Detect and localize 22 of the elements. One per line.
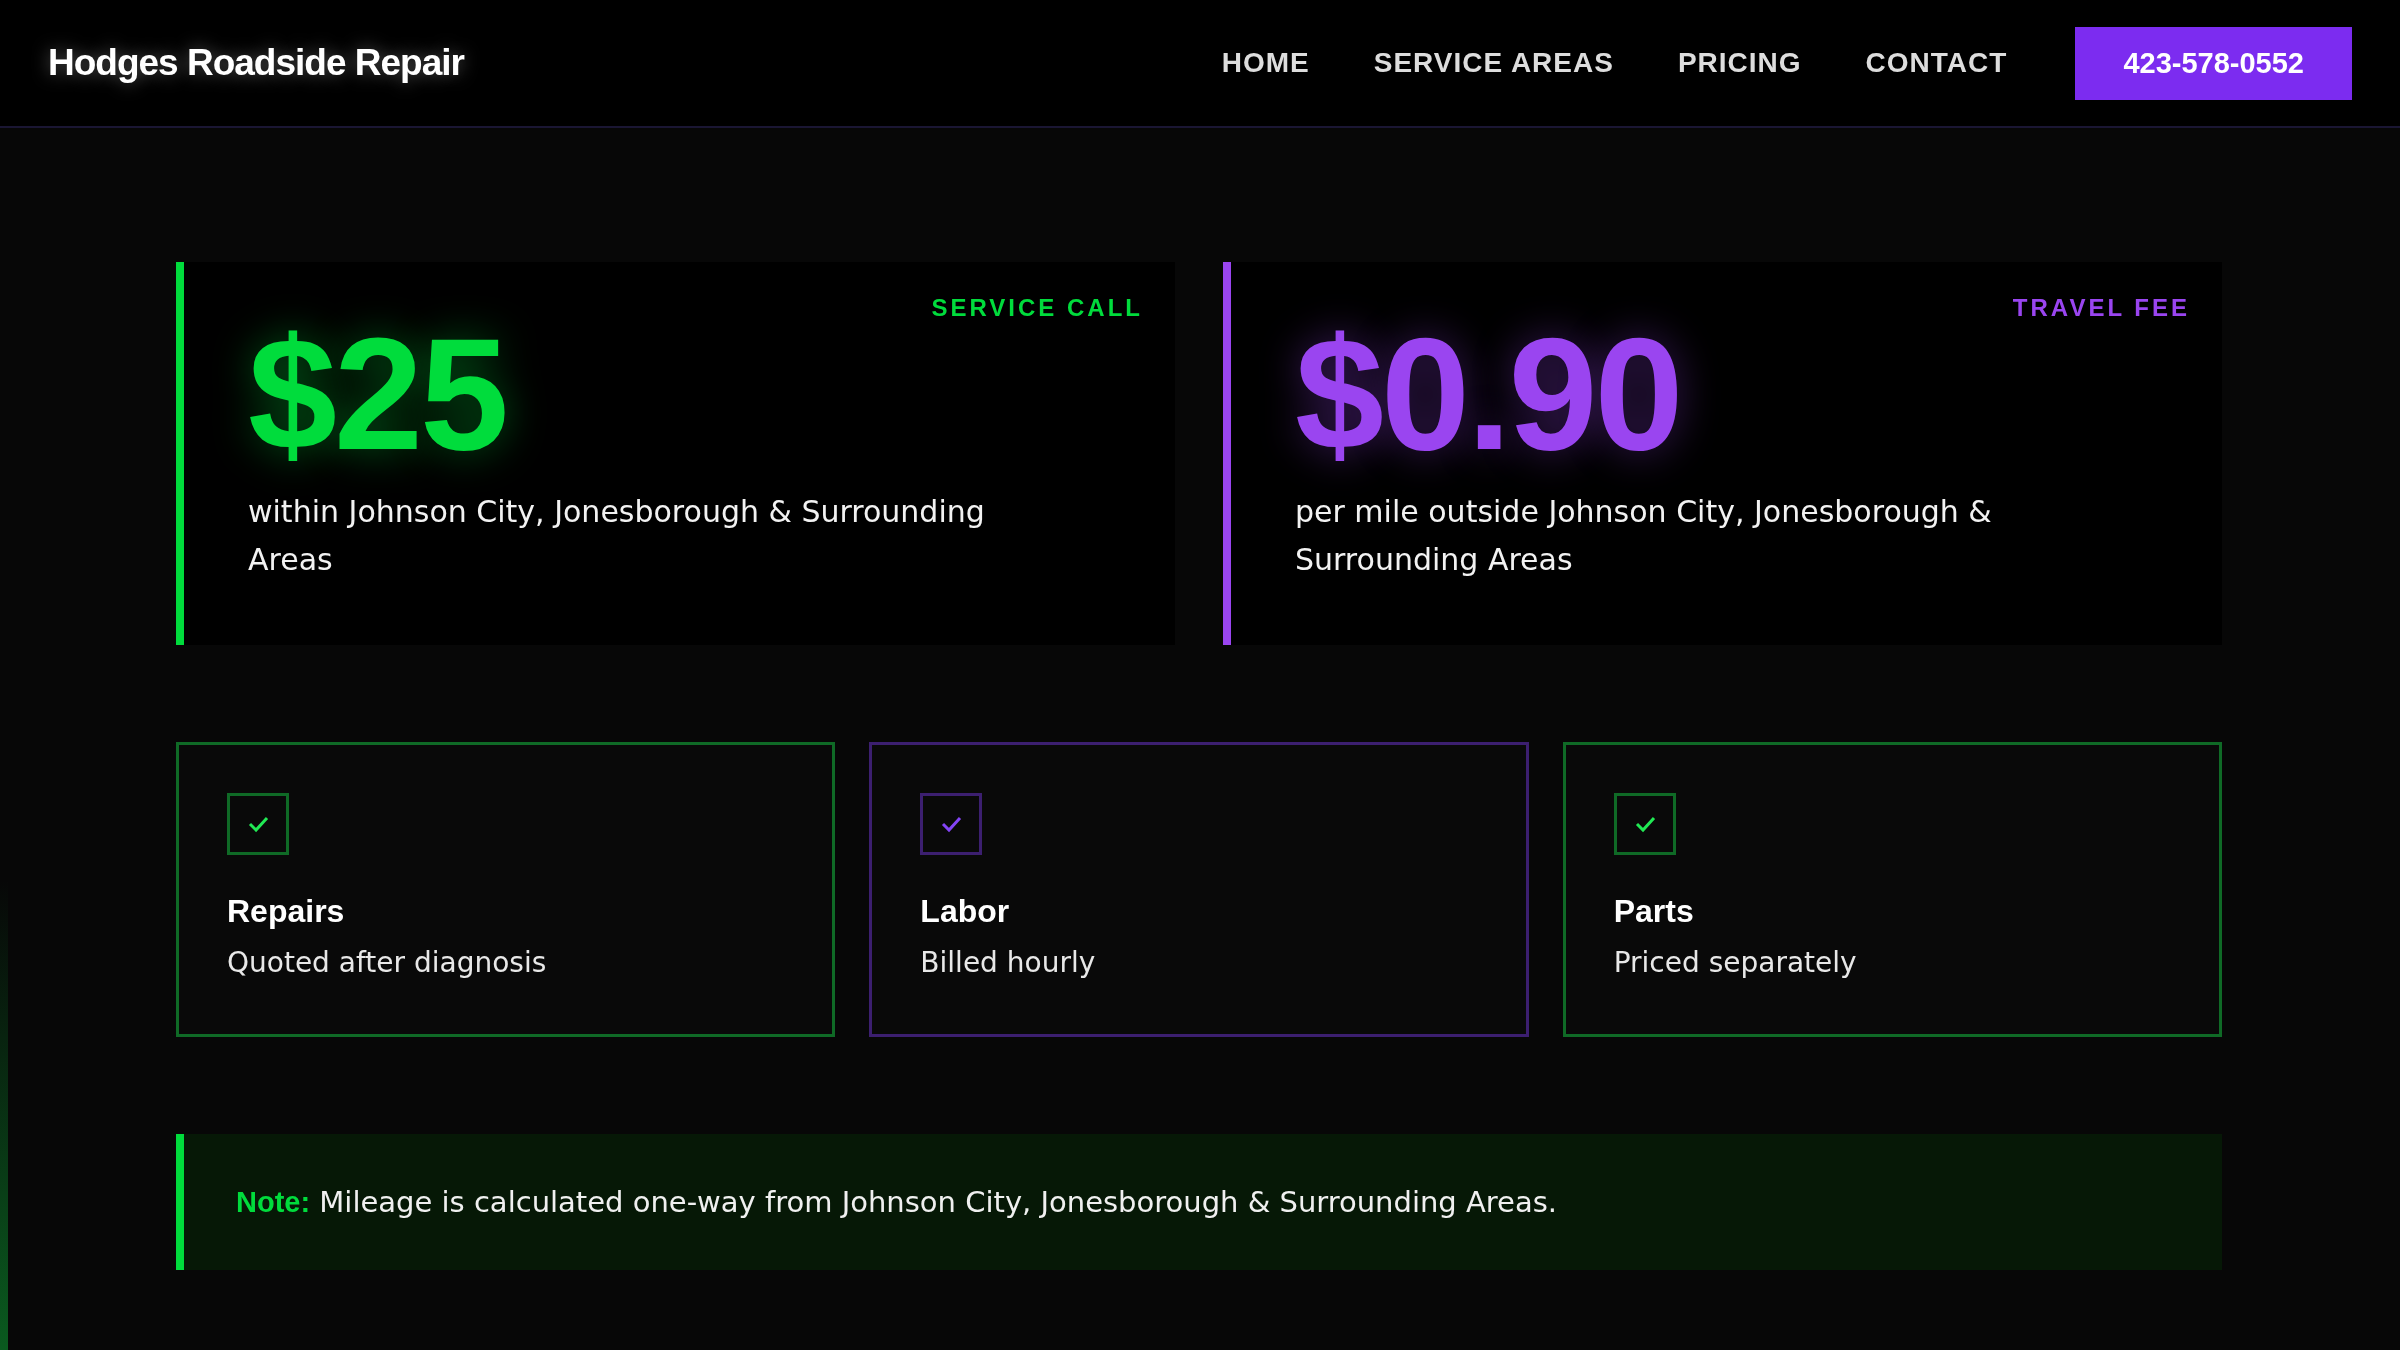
feature-title: Repairs xyxy=(227,893,345,930)
card-label: SERVICE CALL xyxy=(931,294,1143,322)
check-icon xyxy=(227,793,289,855)
phone-button[interactable]: 423-578-0552 xyxy=(2075,26,2352,100)
feature-subtitle: Quoted after diagnosis xyxy=(227,946,547,979)
nav-link[interactable]: PRICING xyxy=(1677,47,1802,79)
check-icon xyxy=(1613,793,1676,855)
price-description: within Johnson City, Jonesborough & Surrounding Areas xyxy=(248,493,986,579)
check-icon xyxy=(920,793,983,855)
site-logo[interactable]: Hodges Roadside Repair xyxy=(48,42,464,84)
feature-title: Parts xyxy=(1613,893,1694,930)
feature-subtitle: Billed hourly xyxy=(920,946,1096,979)
price-amount: $0.90 xyxy=(1295,314,1682,474)
feature-subtitle: Priced separately xyxy=(1613,946,1857,979)
note-text: Note: Mileage is calculated one-way from Johnson City, Jonesborough & Surrounding Areas. xyxy=(236,1185,1558,1219)
price-description: per mile outside Johnson City, Jonesborough & Surrounding Areas xyxy=(1295,493,1993,579)
nav-link[interactable]: CONTACT xyxy=(1865,47,2008,79)
feature-title: Labor xyxy=(920,893,1010,930)
nav-link[interactable]: SERVICE AREAS xyxy=(1373,47,1614,79)
price-amount: $25 xyxy=(248,314,507,474)
card-label: TRAVEL FEE xyxy=(2012,294,2190,322)
nav-link[interactable]: HOME xyxy=(1221,47,1310,79)
